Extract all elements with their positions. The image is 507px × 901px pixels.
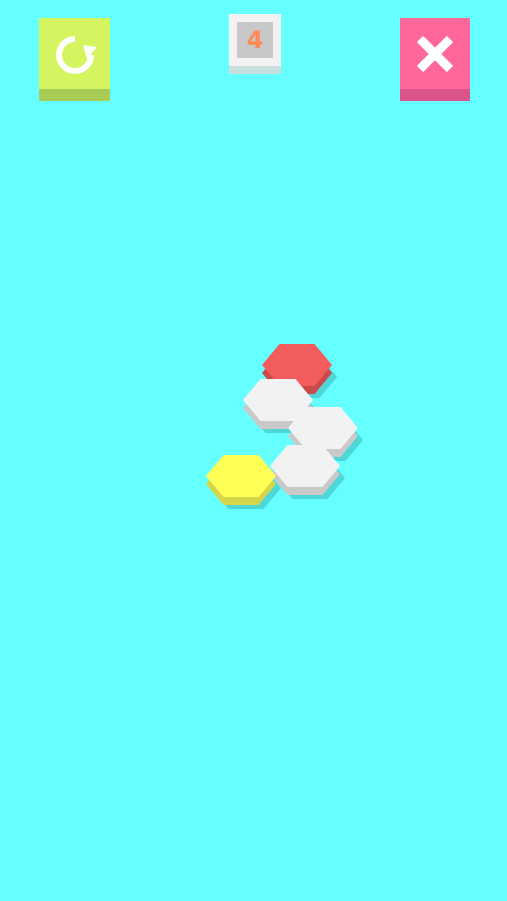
restart-icon [56, 36, 97, 74]
game-screen: 4 [0, 0, 507, 901]
close-button[interactable] [400, 18, 470, 101]
restart-button-shade [39, 89, 110, 101]
level-badge: 4 [229, 14, 281, 74]
close-icon [416, 35, 454, 73]
close-button-shade [400, 89, 470, 101]
restart-button[interactable] [39, 18, 110, 101]
level-badge-shade [229, 66, 281, 74]
tile-yellow[interactable] [206, 455, 276, 505]
level-number: 4 [237, 22, 273, 58]
hex-board [206, 344, 363, 509]
